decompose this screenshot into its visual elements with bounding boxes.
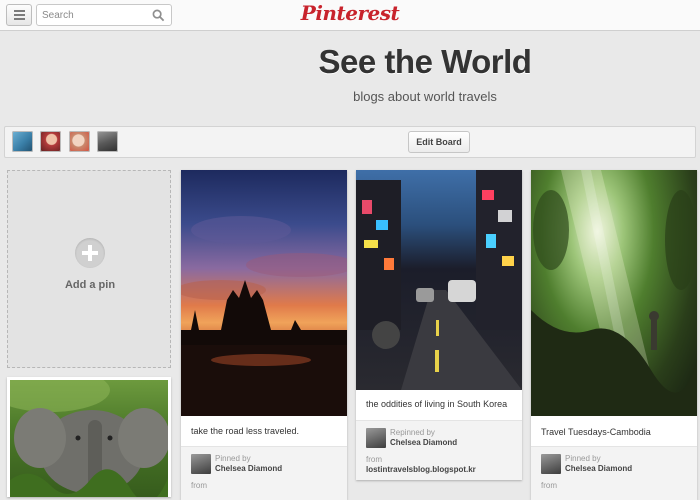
pin-attribution: Repinned by Chelsea Diamond from lostint…: [356, 420, 522, 480]
pin-description: the oddities of living in South Korea: [366, 399, 508, 409]
plus-icon: [75, 238, 105, 268]
pinterest-logo[interactable]: Pinterest: [0, 1, 700, 25]
pin-card[interactable]: take the road less traveled. Pinned by C…: [181, 170, 347, 500]
pin-from-label: from: [191, 481, 207, 490]
edit-board-button[interactable]: Edit Board: [408, 131, 470, 153]
avatar[interactable]: [366, 428, 386, 448]
elephant-illustration: [10, 380, 168, 497]
pin-via-label: Pinned by: [215, 454, 251, 463]
pin-image-sunset[interactable]: [181, 170, 347, 416]
collaborator-list: [12, 131, 121, 153]
avatar[interactable]: [97, 131, 119, 152]
top-bar: Pinterest: [0, 0, 700, 31]
pin-card[interactable]: Travel Tuesdays-Cambodia Pinned by Chels…: [531, 170, 697, 500]
avatar[interactable]: [68, 131, 90, 152]
street-scene: [356, 170, 522, 390]
pin-description: Travel Tuesdays-Cambodia: [541, 427, 651, 437]
pin-via-label: Pinned by: [565, 454, 601, 463]
pin-card[interactable]: the oddities of living in South Korea Re…: [356, 170, 522, 480]
board-description: blogs about world travels: [353, 89, 497, 104]
avatar[interactable]: [191, 454, 211, 474]
pin-from-label: from: [541, 481, 557, 490]
cave-scene: [531, 170, 697, 416]
pin-image-elephant[interactable]: [10, 380, 168, 497]
pin-image-city-street[interactable]: [356, 170, 522, 390]
temple-silhouette: [181, 216, 347, 416]
board-title: See the World: [318, 43, 532, 80]
avatar[interactable]: [541, 454, 561, 474]
pinner-name[interactable]: Chelsea Diamond: [565, 464, 632, 473]
avatar[interactable]: [12, 131, 33, 152]
board-toolbar: Edit Board: [4, 126, 696, 158]
avatar[interactable]: [40, 131, 62, 152]
pin-via-label: Repinned by: [390, 428, 435, 437]
add-pin-label: Add a pin: [64, 279, 116, 291]
add-pin-tile[interactable]: Add a pin: [7, 170, 171, 368]
pin-attribution: Pinned by Chelsea Diamond from: [181, 446, 347, 500]
pin-from-label: from: [366, 455, 382, 464]
pin-image-cave[interactable]: [531, 170, 697, 416]
pin-attribution: Pinned by Chelsea Diamond from: [531, 446, 697, 500]
pinner-name[interactable]: Chelsea Diamond: [390, 438, 457, 447]
pin-card[interactable]: [7, 377, 171, 497]
pinner-name[interactable]: Chelsea Diamond: [215, 464, 282, 473]
pin-source-link[interactable]: lostintravelsblog.blogspot.kr: [366, 465, 476, 474]
pin-description: take the road less traveled.: [191, 426, 300, 436]
